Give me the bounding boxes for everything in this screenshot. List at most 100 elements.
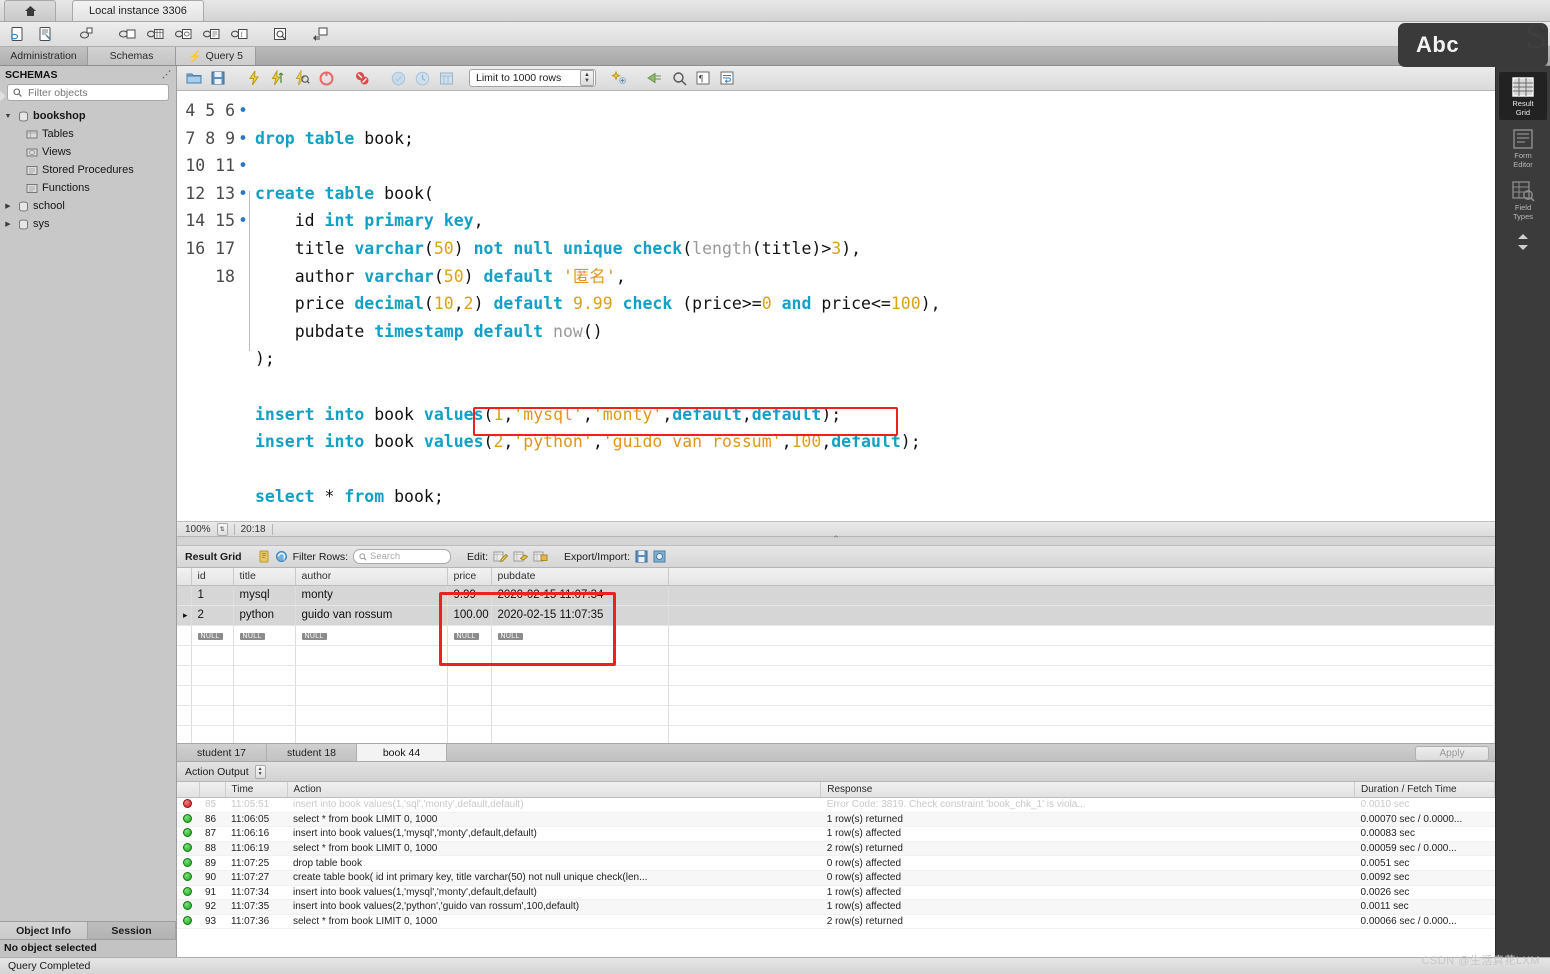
tab-schemas[interactable]: Schemas: [88, 47, 176, 65]
stop-execution-icon[interactable]: [315, 68, 337, 88]
home-tab[interactable]: [4, 0, 56, 21]
rg-cell-empty[interactable]: [447, 665, 492, 686]
rg-cell-empty[interactable]: [491, 705, 669, 726]
rg-cell-empty[interactable]: [191, 705, 234, 726]
rg-cell-empty[interactable]: [177, 685, 192, 706]
rollback-icon[interactable]: [411, 68, 433, 88]
table-row[interactable]: 1 mysql monty 9.99 2020-02-15 11:07:34: [177, 585, 1495, 606]
execute-current-statement-icon[interactable]: [267, 68, 289, 88]
table-row-empty[interactable]: [177, 705, 1495, 726]
rg-cell-title[interactable]: mysql: [233, 585, 296, 606]
collapse-icon[interactable]: ⋰: [162, 69, 171, 80]
tree-item-tables[interactable]: Tables: [0, 125, 176, 143]
action-output-row[interactable]: 85 11:05:51 insert into book values(1,'sql…: [177, 797, 1495, 813]
rg-cell-empty[interactable]: [447, 725, 492, 743]
tree-item-views[interactable]: Views: [0, 143, 176, 161]
execute-statement-icon[interactable]: [243, 68, 265, 88]
rg-cell-id[interactable]: 1: [191, 585, 234, 606]
toggle-stop-on-error-icon[interactable]: [351, 68, 373, 88]
tree-item-school[interactable]: ▶ school: [0, 197, 176, 215]
view-form-editor[interactable]: Form Editor: [1499, 124, 1547, 172]
table-row-empty[interactable]: [177, 645, 1495, 666]
table-row-empty[interactable]: [177, 725, 1495, 743]
chevron-updown-icon[interactable]: [1499, 228, 1547, 255]
commit-icon[interactable]: [387, 68, 409, 88]
rg-cell-empty[interactable]: [491, 665, 669, 686]
tree-item-functions[interactable]: Functions: [0, 179, 176, 197]
find-icon[interactable]: [644, 68, 666, 88]
rg-cell-price[interactable]: 9.99: [447, 585, 492, 606]
rstab-student-17[interactable]: student 17: [177, 744, 267, 761]
action-output-row[interactable]: 88 11:06:19 select * from book LIMIT 0, 10…: [177, 841, 1495, 857]
table-row-empty[interactable]: [177, 665, 1495, 686]
rg-cell-empty[interactable]: [191, 645, 234, 666]
search-table-data-icon[interactable]: [268, 24, 293, 45]
delete-row-icon[interactable]: [533, 550, 548, 563]
rg-col-author[interactable]: author: [295, 568, 448, 586]
view-result-grid[interactable]: Result Grid: [1499, 72, 1547, 120]
action-output-body[interactable]: Time Action Response Duration / Fetch Time 8…: [177, 782, 1495, 957]
rg-cell-empty[interactable]: [491, 725, 669, 743]
zoom-stepper-icon[interactable]: ⇅: [216, 522, 228, 536]
rg-col-pubdate[interactable]: pubdate: [491, 568, 669, 586]
rg-cell-empty[interactable]: [447, 685, 492, 706]
sql-code-text[interactable]: drop table book; create table book( id i…: [255, 97, 1495, 511]
rg-cell-title[interactable]: NULL: [233, 625, 296, 646]
tree-item-stored-procedures[interactable]: Stored Procedures: [0, 161, 176, 179]
result-grid-table[interactable]: id title author price pubdate 1 mysql monty 9.99…: [177, 568, 1495, 743]
new-view-icon[interactable]: [171, 24, 196, 45]
stepper-icon[interactable]: ▲ ▼: [580, 70, 594, 86]
rg-cell-empty[interactable]: [668, 725, 1495, 743]
edit-row-icon[interactable]: [493, 550, 509, 563]
rg-cell-price[interactable]: NULL: [447, 625, 492, 646]
ao-col-time[interactable]: Time: [225, 782, 288, 798]
ao-col-action[interactable]: Action: [287, 782, 822, 798]
rg-cell-empty[interactable]: [491, 645, 669, 666]
rg-cell-empty[interactable]: [177, 645, 192, 666]
toggle-invisible-chars-icon[interactable]: ¶: [692, 68, 714, 88]
rg-cell-pubdate[interactable]: 2020-02-15 11:07:34: [491, 585, 669, 606]
action-output-row[interactable]: 92 11:07:35 insert into book values(2,'pyt…: [177, 899, 1495, 915]
row-limit-select[interactable]: Limit to 1000 rows ▲ ▼: [469, 69, 596, 87]
export-recordset-icon[interactable]: [635, 550, 648, 563]
rg-cell-empty[interactable]: [295, 665, 448, 686]
rg-cell-author[interactable]: monty: [295, 585, 448, 606]
rg-cell-pubdate[interactable]: 2020-02-15 11:07:35: [491, 605, 669, 626]
table-row[interactable]: ▸ 2 python guido van rossum 100.00 2020-02-15…: [177, 605, 1495, 626]
rg-col-title[interactable]: title: [233, 568, 296, 586]
action-output-row[interactable]: 87 11:06:16 insert into book values(1,'mys…: [177, 826, 1495, 842]
rg-cell-empty[interactable]: [191, 665, 234, 686]
chevron-down-icon[interactable]: ▼: [2, 113, 14, 120]
wrap-lines-icon[interactable]: [716, 68, 738, 88]
table-row[interactable]: NULL NULL NULL NULL NULL: [177, 625, 1495, 646]
search-icon[interactable]: [668, 68, 690, 88]
rg-cell-empty[interactable]: [191, 685, 234, 706]
rg-cell-empty[interactable]: [295, 725, 448, 743]
explain-statement-icon[interactable]: [291, 68, 313, 88]
rg-cell-empty[interactable]: [295, 685, 448, 706]
schema-filter-input[interactable]: [26, 85, 163, 100]
schema-filter-box[interactable]: [7, 84, 169, 101]
rg-cell-empty[interactable]: [233, 665, 296, 686]
rg-cell-empty[interactable]: [295, 645, 448, 666]
ao-col-response[interactable]: Response: [820, 782, 1355, 798]
tab-query-5[interactable]: ⚡ Query 5: [176, 47, 256, 65]
rg-cell-empty[interactable]: [233, 685, 296, 706]
tab-session[interactable]: Session: [88, 922, 176, 939]
rg-cell-author[interactable]: NULL: [295, 625, 448, 646]
rg-cell-empty[interactable]: [177, 665, 192, 686]
rg-cell-empty[interactable]: [177, 705, 192, 726]
rg-cell-title[interactable]: python: [233, 605, 296, 626]
autocommit-icon[interactable]: [435, 68, 457, 88]
reconnect-dbms-icon[interactable]: [309, 24, 334, 45]
new-function-icon[interactable]: f: [227, 24, 252, 45]
action-output-table[interactable]: Time Action Response Duration / Fetch Time 8…: [177, 782, 1495, 930]
rg-cell-price[interactable]: 100.00: [447, 605, 492, 626]
editor-results-splitter[interactable]: [177, 537, 1495, 546]
chevron-right-icon[interactable]: ▶: [2, 202, 14, 210]
rg-cell-id[interactable]: 2: [191, 605, 234, 626]
new-sql-tab-icon[interactable]: [5, 24, 30, 45]
rg-cell-empty[interactable]: [233, 725, 296, 743]
rg-cell-author[interactable]: guido van rossum: [295, 605, 448, 626]
instance-tab[interactable]: Local instance 3306: [72, 0, 204, 21]
